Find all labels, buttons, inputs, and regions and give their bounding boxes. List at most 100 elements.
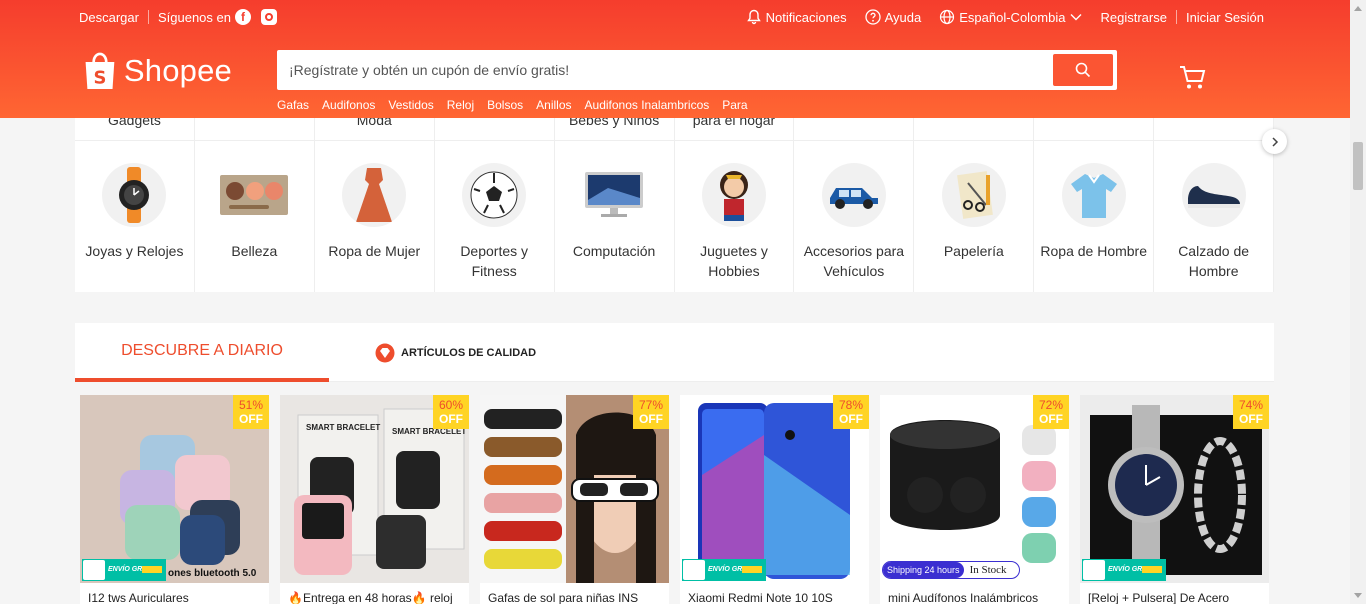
instagram-icon[interactable]: [260, 9, 277, 25]
discount-badge: 78% OFF: [833, 395, 869, 429]
logo-text: Shopee: [123, 53, 232, 88]
diamond-badge-icon: [375, 343, 395, 362]
suggestion-link[interactable]: Audifonos: [322, 98, 375, 112]
help-icon: [864, 9, 881, 25]
header: Descargar Síguenos en f Notificaciones A…: [0, 0, 1350, 118]
discount-badge: 72% OFF: [1033, 395, 1069, 429]
caret-up-icon: [1354, 6, 1362, 11]
product-image: Shipping 24 hours In Stock 72% OFF: [880, 395, 1069, 583]
caret-down-icon: [1354, 593, 1362, 598]
tab-quality-items[interactable]: ARTÍCULOS DE CALIDAD: [375, 323, 536, 382]
product-name: Xiaomi Redmi Note 10 10S: [688, 591, 833, 604]
suggestion-link[interactable]: Anillos: [536, 98, 571, 112]
login-link[interactable]: Iniciar Sesión: [1186, 10, 1264, 25]
topbar-right: Notificaciones Ayuda Español-Colombia Re…: [746, 9, 1264, 25]
categories-panel: Gadgets Moda Bebés y Niños para el hogar…: [75, 100, 1274, 292]
suggestion-link[interactable]: Vestidos: [388, 98, 433, 112]
search-button[interactable]: [1053, 54, 1113, 86]
category-item-jewelry[interactable]: Joyas y Relojes: [75, 141, 195, 292]
free-shipping-badge: ENVÍO GRATIS: [1082, 559, 1166, 581]
tab-discover-daily[interactable]: DESCUBRE A DIARIO: [75, 323, 329, 382]
suggestion-link[interactable]: Audifonos Inalambricos: [585, 98, 710, 112]
search-suggestions: Gafas Audifonos Vestidos Reloj Bolsos An…: [277, 98, 761, 112]
chevron-right-icon: [1271, 136, 1278, 147]
dress-icon: [342, 163, 407, 227]
bell-icon: [746, 9, 761, 25]
scrollbar-thumb[interactable]: [1353, 142, 1363, 190]
discount-badge: 74% OFF: [1233, 395, 1269, 429]
product-image: 77% OFF: [480, 395, 669, 583]
product-card[interactable]: 78% OFF ENVÍO GRATIS Xiaomi Redmi Note 10…: [680, 395, 869, 604]
shopee-logo[interactable]: S Shopee: [82, 47, 232, 95]
free-shipping-badge: ENVÍO GRATIS: [82, 559, 166, 581]
scroll-up-button[interactable]: [1350, 0, 1366, 16]
scroll-down-button[interactable]: [1350, 588, 1366, 604]
free-shipping-badge: ENVÍO GRATIS: [682, 559, 766, 581]
product-name: Gafas de sol para niñas INS: [488, 591, 639, 604]
shirt-icon: [1061, 163, 1126, 227]
divider: [147, 10, 149, 24]
shipping-ribbon-label: Shipping 24 hours: [883, 562, 964, 578]
register-link[interactable]: Registrarse: [1100, 10, 1166, 25]
category-item-women-clothes[interactable]: Ropa de Mujer: [315, 141, 435, 292]
shipping-ribbon: Shipping 24 hours In Stock: [882, 561, 1020, 579]
product-card[interactable]: Shipping 24 hours In Stock 72% OFF mini A…: [880, 395, 1069, 604]
category-item-men-shoes[interactable]: Calzado de Hombre: [1154, 141, 1274, 292]
computer-icon: [582, 163, 646, 227]
product-name: mini Audífonos Inalámbricos: [888, 591, 1039, 604]
product-card[interactable]: 51% OFF ENVÍO GRATIS ones bluetooth 5.0 I…: [80, 395, 269, 604]
category-label: Ropa de Hombre: [1040, 243, 1148, 259]
help-link[interactable]: Ayuda: [864, 9, 922, 25]
category-item-toys[interactable]: Juguetes y Hobbies: [675, 141, 795, 292]
category-item-sports[interactable]: Deportes y Fitness: [435, 141, 555, 292]
cart-icon: [1180, 66, 1206, 89]
globe-icon: [940, 9, 955, 25]
discount-badge: 60% OFF: [433, 395, 469, 429]
product-name: 🔥Entrega en 48 horas🔥 reloj: [288, 591, 453, 604]
category-item-beauty[interactable]: Belleza: [195, 141, 315, 292]
language-selector[interactable]: Español-Colombia: [939, 9, 1082, 25]
stock-label: In Stock: [969, 564, 1007, 576]
cart-button[interactable]: [1178, 62, 1208, 92]
soccer-ball-icon: [462, 163, 527, 227]
search-input[interactable]: [277, 50, 1047, 90]
svg-text:S: S: [93, 68, 106, 89]
product-image: 51% OFF ENVÍO GRATIS ones bluetooth 5.0: [80, 395, 269, 583]
product-image: 78% OFF ENVÍO GRATIS: [680, 395, 869, 583]
shoe-icon: [1181, 163, 1246, 227]
product-grid: 51% OFF ENVÍO GRATIS ones bluetooth 5.0 I…: [80, 395, 1270, 604]
suggestion-link[interactable]: Bolsos: [487, 98, 523, 112]
product-image: SMART BRACELET SMART BRACELET 60% OFF: [280, 395, 469, 583]
category-row: Joyas y Relojes Belleza Ropa de Mujer De…: [75, 141, 1274, 292]
category-label: Ropa de Mujer: [328, 243, 421, 259]
category-label: Deportes y Fitness: [460, 243, 529, 279]
discovery-tabs: DESCUBRE A DIARIO ARTÍCULOS DE CALIDAD: [75, 323, 1274, 382]
category-label: Joyas y Relojes: [85, 243, 184, 259]
category-item-stationery[interactable]: Papelería: [914, 141, 1035, 292]
page-scrollbar[interactable]: [1350, 0, 1366, 604]
category-next-button[interactable]: [1262, 129, 1287, 154]
suggestion-link[interactable]: Para: [722, 98, 747, 112]
product-name: [Reloj + Pulsera] De Acero: [1088, 591, 1230, 604]
palette-icon: [218, 163, 290, 227]
category-item-computing[interactable]: Computación: [555, 141, 675, 292]
discount-badge: 51% OFF: [233, 395, 269, 429]
help-label: Ayuda: [884, 9, 922, 25]
search-bar: [277, 50, 1117, 90]
notifications-label: Notificaciones: [765, 9, 847, 25]
category-item-vehicles[interactable]: Accesorios para Vehículos: [794, 141, 915, 292]
category-item-men-clothes[interactable]: Ropa de Hombre: [1034, 141, 1155, 292]
product-image: 74% OFF ENVÍO GRATIS: [1080, 395, 1269, 583]
facebook-icon[interactable]: f: [234, 9, 251, 25]
watch-icon: [102, 163, 167, 227]
suggestion-link[interactable]: Reloj: [447, 98, 474, 112]
download-link[interactable]: Descargar: [79, 10, 139, 25]
notifications-link[interactable]: Notificaciones: [746, 9, 847, 25]
product-card[interactable]: 77% OFF Gafas de sol para niñas INS: [480, 395, 669, 604]
category-label: Accesorios para Vehículos: [803, 243, 905, 279]
search-icon: [1075, 62, 1091, 78]
category-label: Juguetes y Hobbies: [700, 243, 768, 279]
product-card[interactable]: 74% OFF ENVÍO GRATIS [Reloj + Pulsera] De…: [1080, 395, 1269, 604]
product-card[interactable]: SMART BRACELET SMART BRACELET 60% OFF 🔥En…: [280, 395, 469, 604]
suggestion-link[interactable]: Gafas: [277, 98, 309, 112]
